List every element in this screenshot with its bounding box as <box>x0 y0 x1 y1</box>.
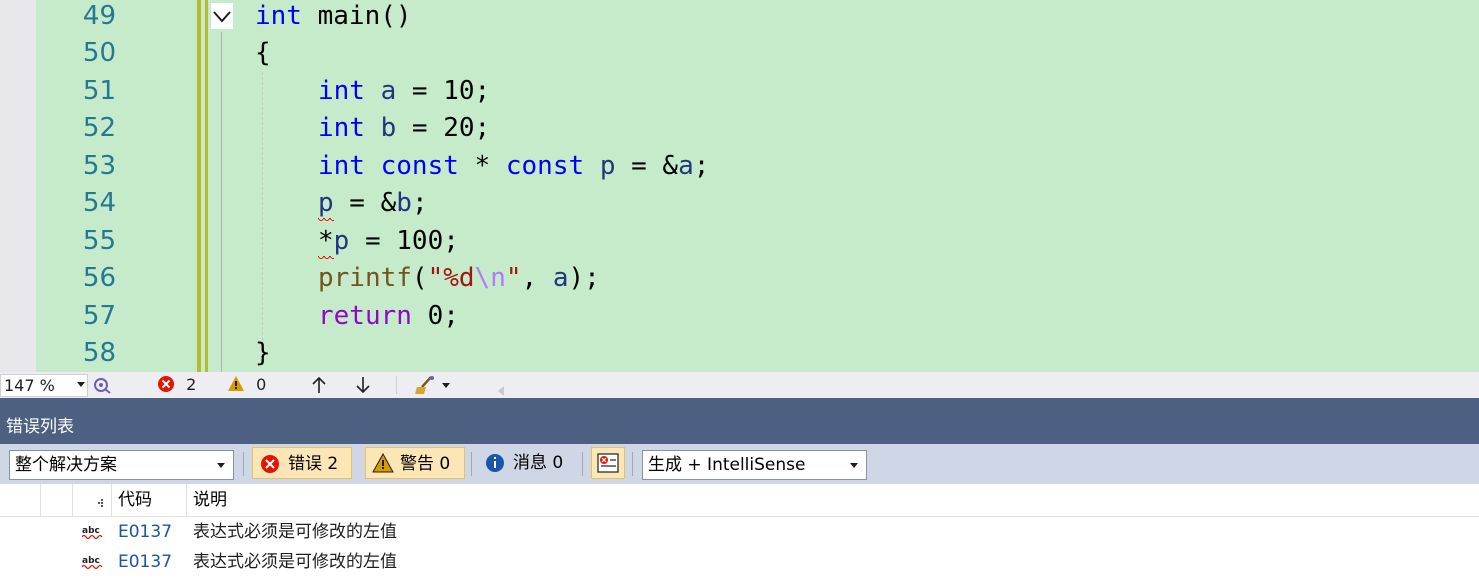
code-line-55[interactable]: 55 *p = 100; <box>0 225 1479 262</box>
error-code-link[interactable]: E0137 <box>118 517 172 547</box>
code-line-54[interactable]: 54 p = &b; <box>0 187 1479 224</box>
messages-filter-label: 消息 0 <box>513 453 564 473</box>
table-row[interactable]: abc E0137 表达式必须是可修改的左值 <box>0 547 1479 577</box>
chevron-down-icon <box>77 382 85 387</box>
arrow-up-icon[interactable] <box>311 375 327 395</box>
build-source-dropdown[interactable]: 生成 + IntelliSense <box>642 450 867 480</box>
warning-icon <box>228 376 244 391</box>
code-line-51[interactable]: 51 int a = 10; <box>0 75 1479 112</box>
code-text: *p = 100; <box>318 226 459 261</box>
code-text: int main() <box>255 1 412 31</box>
warnings-filter-button[interactable]: 警告 0 <box>365 447 465 479</box>
error-list-title-bar: 错误列表 <box>0 410 1479 444</box>
line-number: 50 <box>82 38 116 68</box>
line-number: 53 <box>82 151 116 181</box>
code-line-49[interactable]: 49 int main() <box>0 0 1479 37</box>
scroll-left-icon[interactable] <box>496 379 506 396</box>
column-divider <box>40 484 41 516</box>
error-code-link[interactable]: E0137 <box>118 547 172 577</box>
errors-filter-button[interactable]: 错误 2 <box>252 447 352 479</box>
column-header-code[interactable]: 代码 <box>118 484 152 516</box>
code-cleanup-broom-icon[interactable] <box>414 374 454 396</box>
svg-text:abc: abc <box>82 526 100 536</box>
code-line-57[interactable]: 57 return 0; <box>0 300 1479 337</box>
zoom-dropdown[interactable]: 147 % <box>0 374 88 397</box>
code-text: int b = 20; <box>318 113 491 143</box>
error-description: 表达式必须是可修改的左值 <box>193 522 397 542</box>
code-line-56[interactable]: 56 printf("%d\n", a); <box>0 262 1479 299</box>
toolbar-divider <box>632 452 633 476</box>
messages-filter-button[interactable]: 消息 0 <box>483 447 583 479</box>
code-text: p = &b; <box>318 188 428 223</box>
column-divider <box>72 484 73 516</box>
error-squiggle: p <box>318 188 334 223</box>
filter-current-document-button[interactable] <box>591 447 625 479</box>
line-number: 56 <box>82 263 116 293</box>
error-list-title: 错误列表 <box>6 417 74 437</box>
line-number: 55 <box>82 226 116 256</box>
code-line-50[interactable]: 50 { <box>0 37 1479 74</box>
code-line-58[interactable]: 58 } <box>0 337 1479 372</box>
code-text: printf("%d\n", a); <box>318 263 600 293</box>
code-text: } <box>255 338 271 368</box>
line-number: 54 <box>82 188 116 218</box>
line-number: 49 <box>82 1 116 31</box>
error-squiggle: * <box>318 226 334 261</box>
line-number: 58 <box>82 338 116 368</box>
status-divider <box>396 376 397 394</box>
table-row[interactable]: abc E0137 表达式必须是可修改的左值 <box>0 517 1479 547</box>
intellicode-icon[interactable] <box>92 375 112 395</box>
spelling-abc-icon: abc <box>82 526 103 540</box>
toolbar-divider <box>243 452 244 476</box>
scope-dropdown-value: 整个解决方案 <box>15 455 117 475</box>
zoom-value: 147 % <box>4 376 55 395</box>
code-line-52[interactable]: 52 int b = 20; <box>0 112 1479 149</box>
warnings-filter-label: 警告 0 <box>400 454 451 474</box>
errors-filter-label: 错误 2 <box>288 454 339 474</box>
error-description: 表达式必须是可修改的左值 <box>193 552 397 572</box>
toolbar-divider <box>471 452 472 476</box>
arrow-down-icon[interactable] <box>355 375 371 395</box>
code-text: int a = 10; <box>318 76 491 106</box>
code-text: return 0; <box>318 301 459 331</box>
code-text: { <box>255 38 271 68</box>
error-icon <box>158 376 174 392</box>
code-text: int const * const p = &a; <box>318 151 710 181</box>
error-table-header: 代码 说明 <box>0 484 1479 517</box>
filter-document-icon <box>597 453 619 473</box>
build-source-value: 生成 + IntelliSense <box>648 455 806 475</box>
column-divider <box>111 484 112 516</box>
chevron-down-icon <box>850 463 858 468</box>
scope-dropdown[interactable]: 整个解决方案 <box>9 450 234 480</box>
error-count: 2 <box>186 375 197 394</box>
warnings-indicator[interactable]: 0 <box>227 372 266 398</box>
error-list-toolbar: 整个解决方案 错误 2 警告 0 消息 0 生成 + IntelliSense <box>0 444 1479 484</box>
svg-text:abc: abc <box>82 556 100 566</box>
editor-status-bar: 147 % 2 0 <box>0 372 1479 398</box>
line-number: 57 <box>82 301 116 331</box>
code-editor[interactable]: 49 int main() 50 { 51 int a = 10; 52 int… <box>0 0 1479 372</box>
line-number: 52 <box>82 113 116 143</box>
sort-indicator-icon[interactable] <box>95 488 105 507</box>
info-icon <box>486 454 504 472</box>
panel-splitter[interactable] <box>0 398 1479 410</box>
line-number: 51 <box>82 76 116 106</box>
column-header-description[interactable]: 说明 <box>193 484 227 516</box>
warning-icon <box>372 453 394 473</box>
chevron-down-icon <box>217 463 225 468</box>
errors-indicator[interactable]: 2 <box>157 372 196 398</box>
code-line-53[interactable]: 53 int const * const p = &a; <box>0 150 1479 187</box>
error-icon <box>261 455 279 473</box>
spelling-abc-icon: abc <box>82 556 103 570</box>
toolbar-divider <box>582 452 583 476</box>
warning-count: 0 <box>256 375 267 394</box>
column-divider <box>186 484 187 516</box>
